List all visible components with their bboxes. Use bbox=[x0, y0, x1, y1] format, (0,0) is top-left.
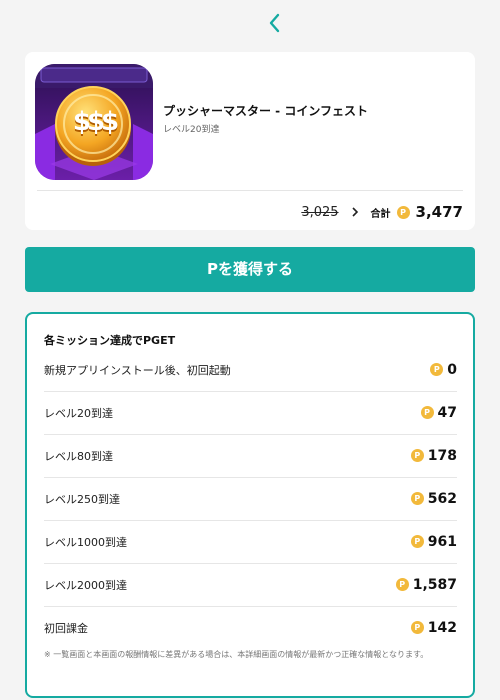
mission-points: 1,587 bbox=[412, 576, 457, 593]
missions-panel: 各ミッション達成でPGET 新規アプリインストール後、初回起動 P 0 レベル2… bbox=[25, 312, 475, 698]
mission-row: レベル80到達 P 178 bbox=[44, 434, 457, 478]
mission-reward: P 562 bbox=[410, 490, 457, 507]
price-row: 3,025 合計 P 3,477 bbox=[301, 200, 463, 224]
mission-label: 初回課金 bbox=[44, 621, 88, 635]
point-coin-icon: P bbox=[430, 363, 444, 376]
mission-row: レベル2000到達 P 1,587 bbox=[44, 563, 457, 607]
mission-points: 961 bbox=[427, 533, 457, 550]
mission-row: 新規アプリインストール後、初回起動 P 0 bbox=[44, 348, 457, 392]
mission-points: 0 bbox=[447, 361, 457, 378]
total-label: 合計 bbox=[370, 208, 391, 220]
missions-title: 各ミッション達成でPGET bbox=[44, 334, 176, 347]
mission-reward: P 178 bbox=[410, 447, 457, 464]
mission-reward: P 961 bbox=[410, 533, 457, 550]
mission-points: 47 bbox=[437, 404, 457, 421]
mission-reward: P 47 bbox=[420, 404, 457, 421]
mission-points: 562 bbox=[427, 490, 457, 507]
get-points-button[interactable]: Pを獲得する bbox=[25, 247, 475, 292]
mission-label: レベル20到達 bbox=[44, 406, 113, 420]
mission-label: レベル2000到達 bbox=[44, 578, 127, 592]
mission-label: 新規アプリインストール後、初回起動 bbox=[44, 363, 231, 377]
divider bbox=[37, 190, 463, 191]
total-value: 3,477 bbox=[415, 203, 463, 221]
mission-label: レベル1000到達 bbox=[44, 535, 127, 549]
point-coin-icon: P bbox=[395, 578, 409, 591]
point-coin-icon: P bbox=[410, 492, 424, 505]
chevron-right-icon bbox=[349, 206, 361, 218]
app-icon-symbol: $$$ bbox=[72, 107, 119, 137]
app-card: $$$ プッシャーマスター - コインフェスト レベル20到達 3,025 合計… bbox=[25, 52, 475, 230]
app-icon: $$$ bbox=[35, 64, 153, 180]
point-coin-icon: P bbox=[410, 449, 424, 462]
old-price: 3,025 bbox=[301, 204, 339, 220]
point-coin-icon: P bbox=[410, 535, 424, 548]
mission-label: レベル80到達 bbox=[44, 449, 113, 463]
mission-row: レベル1000到達 P 961 bbox=[44, 520, 457, 564]
chevron-left-icon bbox=[269, 13, 280, 33]
app-subtitle: レベル20到達 bbox=[163, 125, 220, 135]
mission-row: レベル20到達 P 47 bbox=[44, 391, 457, 435]
mission-row: レベル250到達 P 562 bbox=[44, 477, 457, 521]
disclaimer-note: ※ 一覧画面と本画面の報酬情報に差異がある場合は、本詳細画面の情報が最新かつ正確… bbox=[44, 650, 429, 659]
mission-reward: P 0 bbox=[430, 362, 457, 378]
point-coin-icon: P bbox=[396, 205, 410, 219]
back-button[interactable] bbox=[262, 10, 288, 36]
app-name: プッシャーマスター - コインフェスト bbox=[163, 104, 368, 118]
mission-label: レベル250到達 bbox=[44, 492, 120, 506]
mission-row: 初回課金 P 142 bbox=[44, 606, 457, 649]
mission-reward: P 1,587 bbox=[395, 576, 457, 593]
point-coin-icon: P bbox=[420, 406, 434, 419]
mission-points: 142 bbox=[427, 619, 457, 636]
mission-points: 178 bbox=[427, 447, 457, 464]
mission-reward: P 142 bbox=[410, 619, 457, 636]
point-coin-icon: P bbox=[410, 621, 424, 634]
